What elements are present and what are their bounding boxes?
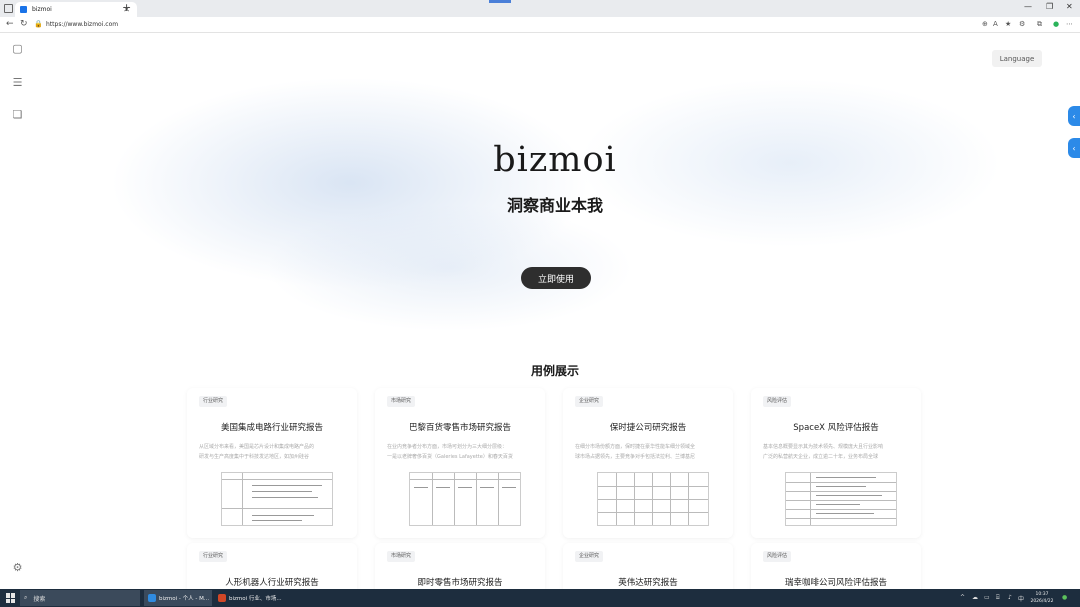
card-title: SpaceX 风险评估报告 <box>793 423 879 433</box>
hero-tagline: 洞察商业本我 <box>506 196 603 215</box>
case-card[interactable]: 企业研究 保时捷公司研究报告 在细分市场份额方面，保时捷在豪华性能车细分领域全球… <box>563 388 733 538</box>
favorite-star-icon[interactable]: ★ <box>1005 20 1011 28</box>
card-title: 巴黎百货零售市场研究报告 <box>408 423 511 433</box>
case-card[interactable]: 风险评估 SpaceX 风险评估报告 基本信息概要显示其为技术领先、规模庞大且行… <box>751 388 921 538</box>
network-icon[interactable]: ⌸ <box>996 594 1000 602</box>
taskbar-search[interactable]: ⌕ 搜索 <box>20 590 140 606</box>
search-icon: ⌕ <box>24 594 28 601</box>
taskbar-item-edge[interactable]: bizmoi - 个人 - M... <box>144 590 212 606</box>
card-tag: 市场研究 <box>387 551 416 562</box>
show-hidden-icons-icon[interactable]: ^ <box>960 594 965 601</box>
read-aloud-icon[interactable]: A <box>993 20 998 28</box>
extensions-icon[interactable]: ⚙ <box>1019 20 1025 28</box>
site-info-icon[interactable]: 🔒 <box>34 20 43 28</box>
collections-icon[interactable]: ⧉ <box>1037 20 1042 29</box>
language-button[interactable]: Language <box>992 50 1042 67</box>
new-tab-button[interactable]: + <box>122 1 131 14</box>
brand-logo-text: bizmoi <box>493 140 617 180</box>
clock-date: 2026/4/22 <box>1030 599 1054 604</box>
site-favicon-icon <box>20 6 27 13</box>
report-thumbnail <box>597 472 709 526</box>
sidebar-toggle-icon[interactable]: ▢ <box>12 43 23 54</box>
copilot-icon[interactable]: ● <box>1053 20 1059 28</box>
browser-tab-bar: bizmoi ✕ + — ❐ ✕ <box>0 0 1080 17</box>
tab-title: bizmoi <box>32 6 52 13</box>
url-field[interactable]: https://www.bizmoi.com <box>46 21 118 28</box>
report-thumbnail <box>221 472 333 526</box>
case-card[interactable]: 行业研究 美国集成电路行业研究报告 从区域分布来看，美国是芯片设计和集成电路产品… <box>187 388 357 538</box>
window-drag-indicator <box>489 0 511 3</box>
start-using-button[interactable]: 立即使用 <box>521 267 591 289</box>
card-tag: 行业研究 <box>199 551 228 562</box>
taskbar-item-label: bizmoi - 个人 - M... <box>159 596 210 602</box>
reports-icon[interactable]: ❏ <box>12 109 23 120</box>
notification-icon[interactable]: ● <box>1062 594 1067 601</box>
minimize-icon[interactable]: — <box>1024 2 1032 11</box>
card-description: 基本信息概要显示其为技术领先、规模庞大且行业影响 广泛的私营航天企业，成立逾二十年… <box>763 444 884 460</box>
address-bar: ← ↻ 🔒 https://www.bizmoi.com ⊕ A ★ ⚙ ⧉ ●… <box>0 17 1080 33</box>
clock-time: 10:37 <box>1035 592 1049 597</box>
zoom-icon[interactable]: ⊕ <box>982 20 988 28</box>
taskbar-item-powerpoint[interactable]: bizmoi 行业、市场... <box>214 590 282 606</box>
card-tag: 企业研究 <box>575 396 604 407</box>
settings-gear-icon[interactable]: ⚙ <box>12 562 23 573</box>
search-label: 搜索 <box>33 595 46 603</box>
back-icon[interactable]: ← <box>6 19 14 29</box>
browser-tab[interactable]: bizmoi ✕ <box>15 2 137 17</box>
volume-icon[interactable]: ♪ <box>1008 594 1012 601</box>
card-tag: 企业研究 <box>575 551 604 562</box>
card-title: 保时捷公司研究报告 <box>609 423 687 433</box>
restore-icon[interactable]: ❐ <box>1046 2 1053 11</box>
windows-start-icon[interactable] <box>6 593 16 603</box>
display-icon[interactable]: ▭ <box>984 594 990 601</box>
card-title: 人形机器人行业研究报告 <box>225 578 319 588</box>
taskbar-item-label: bizmoi 行业、市场... <box>229 596 282 602</box>
report-thumbnail <box>785 472 897 526</box>
input-method-icon[interactable]: 中 <box>1018 594 1024 603</box>
card-tag: 风险评估 <box>763 396 792 407</box>
card-title: 英伟达研究报告 <box>618 578 678 588</box>
cloud-icon[interactable]: ☁ <box>972 594 978 601</box>
card-tag: 行业研究 <box>199 396 228 407</box>
card-description: 从区域分布来看，美国是芯片设计和集成电路产品的 研发与生产高度集中于科技发达地区，… <box>199 444 315 460</box>
case-card[interactable]: 市场研究 巴黎百货零售市场研究报告 在业内竞争者分布方面，市场可划分为三大细分层… <box>375 388 545 538</box>
card-title: 瑞幸咖啡公司风险评估报告 <box>784 578 887 588</box>
close-window-icon[interactable]: ✕ <box>1066 2 1073 11</box>
taskbar-clock[interactable]: 10:37 2026/4/22 <box>1028 591 1056 605</box>
workspaces-icon[interactable] <box>4 4 13 13</box>
card-description: 在细分市场份额方面，保时捷在豪华性能车细分领域全 球市场占据领先，主要竞争对手包括… <box>575 444 696 460</box>
card-title: 即时零售市场研究报告 <box>417 578 503 588</box>
powerpoint-icon <box>218 594 226 602</box>
card-tag: 市场研究 <box>387 396 416 407</box>
card-tag: 风险评估 <box>763 551 792 562</box>
report-thumbnail <box>409 472 521 526</box>
edge-browser-icon <box>148 594 156 602</box>
card-description: 在业内竞争者分布方面，市场可划分为三大细分层级： 一是以老牌奢侈百货（Galeri… <box>387 444 513 460</box>
document-list-icon[interactable]: ☰ <box>12 77 23 88</box>
showcase-title: 用例展示 <box>530 364 579 378</box>
card-title: 美国集成电路行业研究报告 <box>220 423 323 433</box>
os-taskbar: ⌕ 搜索 bizmoi - 个人 - M... bizmoi 行业、市场... … <box>0 589 1080 607</box>
more-menu-icon[interactable]: ⋯ <box>1066 20 1073 28</box>
side-panel-expand-icon[interactable]: ‹ <box>1068 106 1080 126</box>
refresh-icon[interactable]: ↻ <box>20 19 28 29</box>
